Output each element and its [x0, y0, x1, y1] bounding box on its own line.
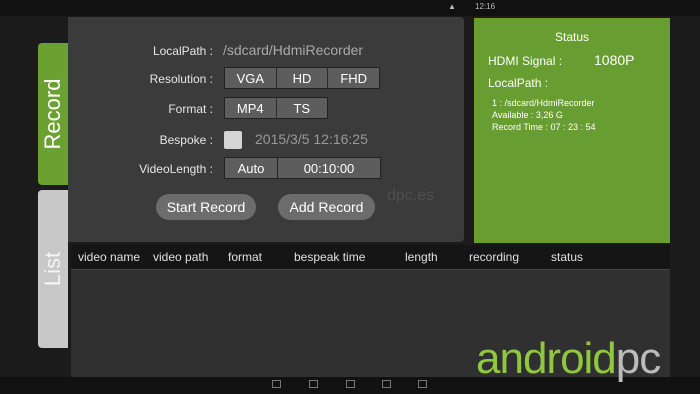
format-option-ts[interactable]: TS [275, 98, 327, 118]
resolution-selector: VGA HD FHD [224, 67, 380, 89]
clock-time: 12:16 [475, 2, 496, 11]
volume-up-icon[interactable] [418, 380, 427, 388]
column-length[interactable]: length [405, 250, 438, 264]
column-bespeak-time[interactable]: bespeak time [294, 250, 365, 264]
status-available-line: Available : 3,26 G [492, 110, 563, 120]
tab-record-label: Record [40, 78, 65, 150]
format-option-mp4[interactable]: MP4 [225, 98, 276, 118]
watermark-url-text: dpc.es [387, 187, 435, 204]
status-path-line: 1 : /sdcard/HdmiRecorder [492, 98, 595, 108]
localpath-value: /sdcard/HdmiRecorder [223, 42, 364, 58]
list-header: video name video path format bespeak tim… [71, 245, 670, 270]
localpath-label: LocalPath : [152, 44, 213, 58]
system-status-bar: ▲ 12:16 [0, 0, 700, 16]
resolution-option-vga[interactable]: VGA [225, 68, 276, 88]
videolength-control: Auto 00:10:00 [224, 157, 381, 179]
start-record-button[interactable]: Start Record [156, 194, 256, 220]
bespoke-datetime[interactable]: 2015/3/5 12:16:25 [255, 131, 368, 147]
recent-apps-icon[interactable] [382, 380, 391, 388]
status-record-time-line: Record Time : 07 : 23 : 54 [492, 122, 596, 132]
hdmi-signal-label: HDMI Signal : [488, 54, 563, 68]
record-settings-panel: LocalPath : /sdcard/HdmiRecorder Resolut… [68, 17, 464, 242]
videolength-value[interactable]: 00:10:00 [278, 157, 381, 179]
brand-sub-text: pc [615, 334, 661, 383]
column-format[interactable]: format [228, 250, 262, 264]
videolength-auto-button[interactable]: Auto [224, 157, 278, 179]
brand-main-text: android [476, 334, 617, 383]
column-video-path[interactable]: video path [153, 250, 208, 264]
add-record-button[interactable]: Add Record [278, 194, 375, 220]
column-recording[interactable]: recording [469, 250, 519, 264]
resolution-option-fhd[interactable]: FHD [327, 68, 380, 88]
bespoke-checkbox[interactable] [224, 131, 242, 149]
back-icon[interactable] [309, 380, 318, 388]
format-label: Format : [168, 102, 213, 116]
format-selector: MP4 TS [224, 97, 328, 119]
resolution-label: Resolution : [149, 72, 213, 86]
status-localpath-label: LocalPath : [488, 76, 549, 90]
home-icon[interactable] [346, 380, 355, 388]
tab-record[interactable]: Record [38, 43, 68, 185]
androidpc-watermark-logo: androidpc [476, 334, 661, 384]
hdmi-signal-value: 1080P [594, 52, 635, 68]
tab-list[interactable]: List [38, 190, 68, 348]
volume-down-icon[interactable] [272, 380, 281, 388]
column-status[interactable]: status [551, 250, 583, 264]
videolength-label: VideoLength : [139, 162, 213, 176]
tab-list-label: List [40, 251, 65, 287]
column-video-name[interactable]: video name [78, 250, 140, 264]
status-panel: Status HDMI Signal : 1080P LocalPath : 1… [474, 18, 670, 243]
bespoke-label: Bespoke : [159, 133, 213, 147]
status-title: Status [554, 30, 590, 44]
wifi-icon: ▲ [448, 2, 456, 11]
resolution-option-hd[interactable]: HD [275, 68, 328, 88]
